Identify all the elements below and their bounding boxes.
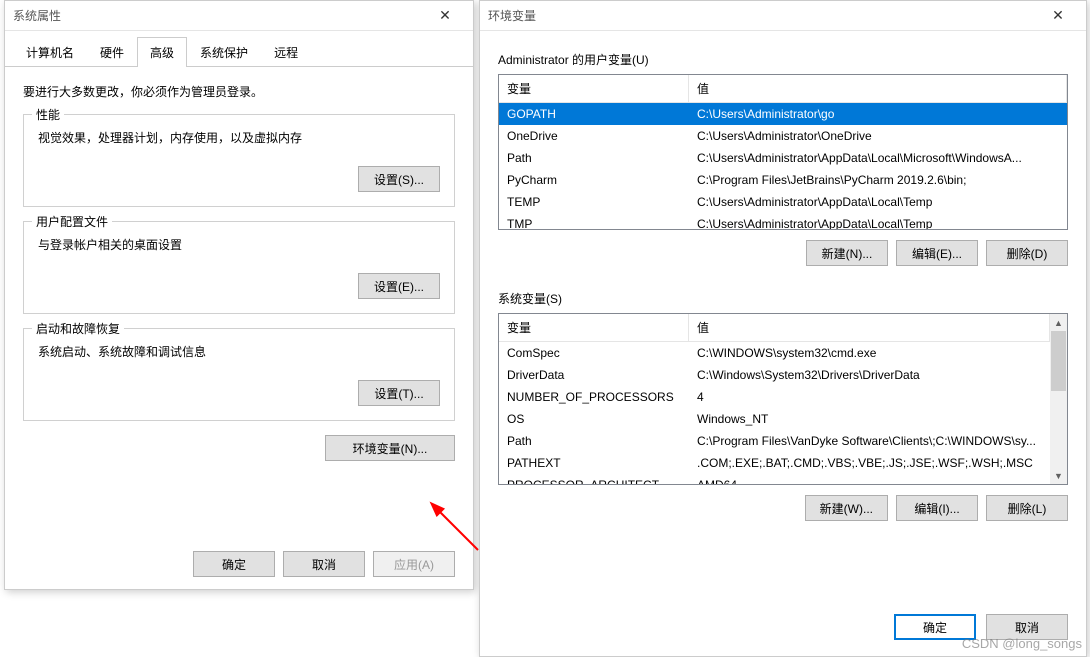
col-value[interactable]: 值 bbox=[689, 75, 1067, 102]
table-row[interactable]: PATHEXT.COM;.EXE;.BAT;.CMD;.VBS;.VBE;.JS… bbox=[499, 452, 1050, 474]
titlebar: 系统属性 ✕ bbox=[5, 1, 473, 31]
user-vars-label: Administrator 的用户变量(U) bbox=[498, 51, 1068, 68]
col-name[interactable]: 变量 bbox=[499, 314, 689, 341]
var-value: 4 bbox=[689, 386, 1050, 408]
startup-recovery-group: 启动和故障恢复 系统启动、系统故障和调试信息 设置(T)... bbox=[23, 328, 455, 421]
sys-vars-label: 系统变量(S) bbox=[498, 290, 1068, 307]
edit-sys-var-button[interactable]: 编辑(I)... bbox=[896, 495, 978, 521]
group-desc: 视觉效果，处理器计划，内存使用，以及虚拟内存 bbox=[38, 129, 440, 146]
group-title: 性能 bbox=[32, 106, 64, 123]
col-name[interactable]: 变量 bbox=[499, 75, 689, 102]
col-value[interactable]: 值 bbox=[689, 314, 1050, 341]
table-row[interactable]: PROCESSOR_ARCHITECT...AMD64 bbox=[499, 474, 1050, 484]
scroll-down-icon[interactable]: ▼ bbox=[1050, 467, 1067, 484]
table-row[interactable]: PyCharmC:\Program Files\JetBrains\PyChar… bbox=[499, 169, 1067, 191]
performance-settings-button[interactable]: 设置(S)... bbox=[358, 166, 440, 192]
table-rows: GOPATHC:\Users\Administrator\goOneDriveC… bbox=[499, 103, 1067, 229]
new-user-var-button[interactable]: 新建(N)... bbox=[806, 240, 888, 266]
sys-vars-table: 变量 值 ComSpecC:\WINDOWS\system32\cmd.exeD… bbox=[498, 313, 1068, 485]
var-name: OneDrive bbox=[499, 125, 689, 147]
table-row[interactable]: OneDriveC:\Users\Administrator\OneDrive bbox=[499, 125, 1067, 147]
close-icon[interactable]: ✕ bbox=[425, 2, 465, 30]
system-properties-dialog: 系统属性 ✕ 计算机名 硬件 高级 系统保护 远程 要进行大多数更改，你必须作为… bbox=[4, 0, 474, 590]
var-name: Path bbox=[499, 430, 689, 452]
dialog-title: 环境变量 bbox=[488, 7, 1038, 24]
scroll-up-icon[interactable]: ▲ bbox=[1050, 314, 1067, 331]
performance-group: 性能 视觉效果，处理器计划，内存使用，以及虚拟内存 设置(S)... bbox=[23, 114, 455, 207]
table-row[interactable]: PathC:\Program Files\VanDyke Software\Cl… bbox=[499, 430, 1050, 452]
var-name: OS bbox=[499, 408, 689, 430]
tab-system-protection[interactable]: 系统保护 bbox=[187, 37, 261, 67]
table-header: 变量 值 bbox=[499, 314, 1050, 342]
close-icon[interactable]: ✕ bbox=[1038, 2, 1078, 30]
titlebar: 环境变量 ✕ bbox=[480, 1, 1086, 31]
tab-computer-name[interactable]: 计算机名 bbox=[13, 37, 87, 67]
var-name: PyCharm bbox=[499, 169, 689, 191]
user-profile-settings-button[interactable]: 设置(E)... bbox=[358, 273, 440, 299]
var-name: PATHEXT bbox=[499, 452, 689, 474]
var-value: C:\Users\Administrator\AppData\Local\Mic… bbox=[689, 147, 1067, 169]
table-row[interactable]: GOPATHC:\Users\Administrator\go bbox=[499, 103, 1067, 125]
var-name: DriverData bbox=[499, 364, 689, 386]
table-row[interactable]: TEMPC:\Users\Administrator\AppData\Local… bbox=[499, 191, 1067, 213]
delete-user-var-button[interactable]: 删除(D) bbox=[986, 240, 1068, 266]
table-row[interactable]: NUMBER_OF_PROCESSORS4 bbox=[499, 386, 1050, 408]
tab-remote[interactable]: 远程 bbox=[261, 37, 311, 67]
admin-note: 要进行大多数更改，你必须作为管理员登录。 bbox=[23, 83, 455, 100]
ok-button[interactable]: 确定 bbox=[193, 551, 275, 577]
table-row[interactable]: OSWindows_NT bbox=[499, 408, 1050, 430]
var-value: C:\Users\Administrator\go bbox=[689, 103, 1067, 125]
table-header: 变量 值 bbox=[499, 75, 1067, 103]
startup-settings-button[interactable]: 设置(T)... bbox=[358, 380, 440, 406]
var-value: C:\Windows\System32\Drivers\DriverData bbox=[689, 364, 1050, 386]
var-value: C:\WINDOWS\system32\cmd.exe bbox=[689, 342, 1050, 364]
environment-variables-button[interactable]: 环境变量(N)... bbox=[325, 435, 455, 461]
var-name: ComSpec bbox=[499, 342, 689, 364]
dialog-body: 要进行大多数更改，你必须作为管理员登录。 性能 视觉效果，处理器计划，内存使用，… bbox=[5, 67, 473, 539]
group-title: 启动和故障恢复 bbox=[32, 320, 124, 337]
table-row[interactable]: DriverDataC:\Windows\System32\Drivers\Dr… bbox=[499, 364, 1050, 386]
var-name: NUMBER_OF_PROCESSORS bbox=[499, 386, 689, 408]
table-rows: ComSpecC:\WINDOWS\system32\cmd.exeDriver… bbox=[499, 342, 1050, 484]
cancel-button[interactable]: 取消 bbox=[986, 614, 1068, 640]
var-value: C:\Users\Administrator\AppData\Local\Tem… bbox=[689, 213, 1067, 229]
table-row[interactable]: TMPC:\Users\Administrator\AppData\Local\… bbox=[499, 213, 1067, 229]
apply-button[interactable]: 应用(A) bbox=[373, 551, 455, 577]
scrollbar-thumb[interactable] bbox=[1051, 331, 1066, 391]
var-name: PROCESSOR_ARCHITECT... bbox=[499, 474, 689, 484]
table-row[interactable]: PathC:\Users\Administrator\AppData\Local… bbox=[499, 147, 1067, 169]
ok-button[interactable]: 确定 bbox=[894, 614, 976, 640]
group-desc: 系统启动、系统故障和调试信息 bbox=[38, 343, 440, 360]
table-row[interactable]: ComSpecC:\WINDOWS\system32\cmd.exe bbox=[499, 342, 1050, 364]
user-profile-group: 用户配置文件 与登录帐户相关的桌面设置 设置(E)... bbox=[23, 221, 455, 314]
scrollbar[interactable]: ▲ ▼ bbox=[1050, 314, 1067, 484]
tab-hardware[interactable]: 硬件 bbox=[87, 37, 137, 67]
tabs: 计算机名 硬件 高级 系统保护 远程 bbox=[5, 31, 473, 67]
dialog-buttons: 确定 取消 bbox=[480, 598, 1086, 656]
var-name: TEMP bbox=[499, 191, 689, 213]
scrollbar-track[interactable] bbox=[1050, 331, 1067, 467]
var-value: .COM;.EXE;.BAT;.CMD;.VBS;.VBE;.JS;.JSE;.… bbox=[689, 452, 1050, 474]
var-value: Windows_NT bbox=[689, 408, 1050, 430]
var-value: C:\Users\Administrator\AppData\Local\Tem… bbox=[689, 191, 1067, 213]
var-value: C:\Users\Administrator\OneDrive bbox=[689, 125, 1067, 147]
edit-user-var-button[interactable]: 编辑(E)... bbox=[896, 240, 978, 266]
dialog-title: 系统属性 bbox=[13, 7, 425, 24]
var-value: AMD64 bbox=[689, 474, 1050, 484]
var-name: GOPATH bbox=[499, 103, 689, 125]
dialog-buttons: 确定 取消 应用(A) bbox=[5, 539, 473, 589]
environment-variables-dialog: 环境变量 ✕ Administrator 的用户变量(U) 变量 值 GOPAT… bbox=[479, 0, 1087, 657]
group-title: 用户配置文件 bbox=[32, 213, 112, 230]
var-value: C:\Program Files\JetBrains\PyCharm 2019.… bbox=[689, 169, 1067, 191]
tab-advanced[interactable]: 高级 bbox=[137, 37, 187, 67]
dialog-body: Administrator 的用户变量(U) 变量 值 GOPATHC:\Use… bbox=[480, 31, 1086, 598]
delete-sys-var-button[interactable]: 删除(L) bbox=[986, 495, 1068, 521]
var-name: Path bbox=[499, 147, 689, 169]
cancel-button[interactable]: 取消 bbox=[283, 551, 365, 577]
group-desc: 与登录帐户相关的桌面设置 bbox=[38, 236, 440, 253]
user-vars-table: 变量 值 GOPATHC:\Users\Administrator\goOneD… bbox=[498, 74, 1068, 230]
var-name: TMP bbox=[499, 213, 689, 229]
var-value: C:\Program Files\VanDyke Software\Client… bbox=[689, 430, 1050, 452]
new-sys-var-button[interactable]: 新建(W)... bbox=[805, 495, 888, 521]
